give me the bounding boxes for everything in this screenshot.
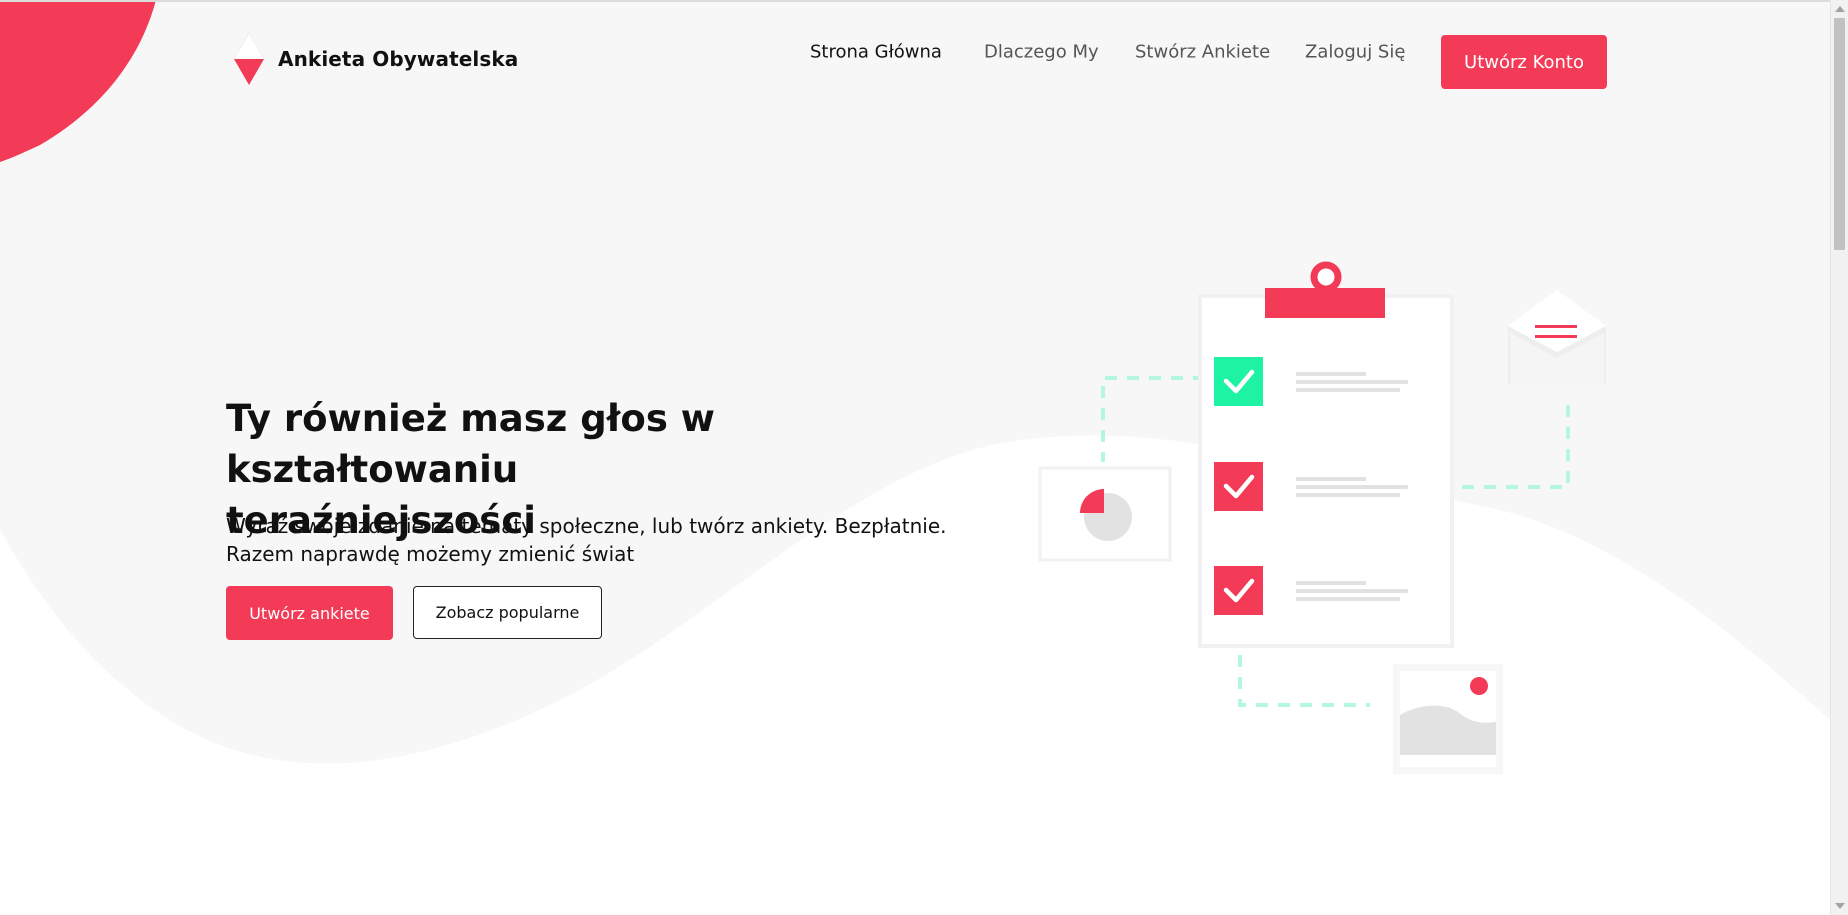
hero-subtitle-line-2: Razem naprawdę możemy zmienić świat: [226, 542, 635, 566]
pie-chart-icon: [1038, 466, 1172, 562]
page: Ankieta Obywatelska Strona Główna Dlacze…: [0, 0, 1830, 915]
vertical-scrollbar[interactable]: [1830, 0, 1848, 915]
scroll-down-arrow-icon[interactable]: [1835, 903, 1845, 909]
create-survey-button[interactable]: Utwórz ankiete: [226, 586, 393, 640]
hero-subtitle: Wyraź swoje zdanie na tematy społeczne, …: [226, 512, 966, 568]
checkbox-checked-icon: [1214, 357, 1263, 406]
brand-logo[interactable]: Ankieta Obywatelska: [234, 33, 518, 85]
scrollbar-thumb[interactable]: [1834, 18, 1845, 250]
checkbox-checked-icon: [1214, 566, 1263, 615]
nav-why-us[interactable]: Dlaczego My: [984, 42, 1099, 63]
brand-name: Ankieta Obywatelska: [278, 47, 519, 71]
nav-create-survey[interactable]: Stwórz Ankiete: [1135, 42, 1270, 63]
browser-top-border: [0, 0, 1830, 2]
hero-subtitle-line-1: Wyraź swoje zdanie na tematy społeczne, …: [226, 514, 947, 538]
logo-triangle-icon: [234, 33, 264, 85]
see-popular-button[interactable]: Zobacz popularne: [413, 586, 602, 639]
envelope-icon: [1508, 290, 1606, 384]
hero-title-line-1: Ty również masz głos w kształtowaniu: [226, 397, 715, 491]
checkbox-checked-icon: [1214, 462, 1263, 511]
scroll-up-arrow-icon[interactable]: [1835, 6, 1845, 12]
register-button[interactable]: Utwórz Konto: [1441, 35, 1607, 89]
nav-home[interactable]: Strona Główna: [810, 42, 942, 63]
survey-illustration: [1038, 261, 1606, 774]
clipboard-icon: [1198, 261, 1454, 648]
image-icon: [1393, 664, 1503, 774]
nav-login[interactable]: Zaloguj Się: [1305, 42, 1405, 63]
